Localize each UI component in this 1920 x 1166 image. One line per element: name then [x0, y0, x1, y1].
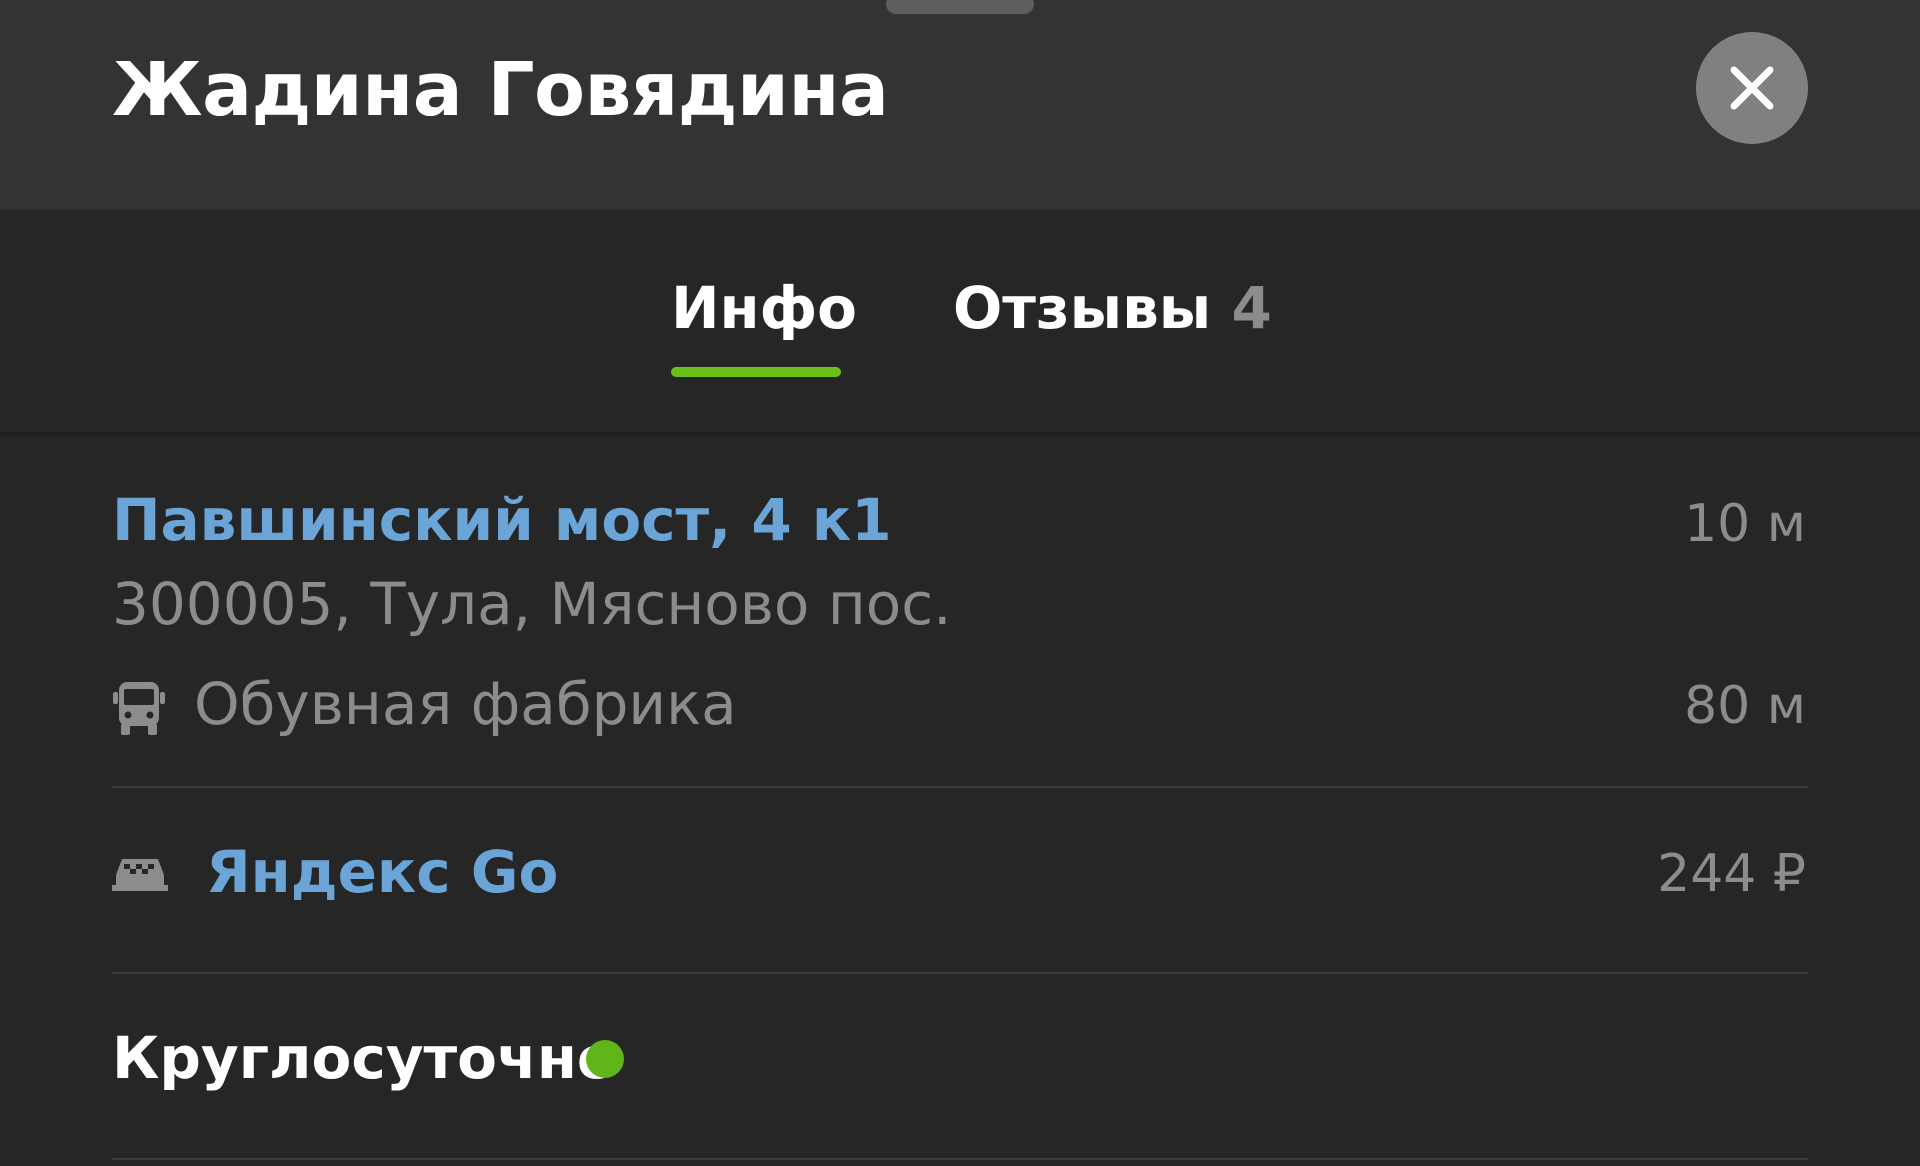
transit-distance: 80 м [1684, 676, 1806, 736]
taxi-service-link[interactable]: Яндекс Go [206, 836, 558, 908]
divider-address [112, 786, 1808, 788]
divider-taxi [112, 972, 1808, 974]
tab-reviews[interactable]: Отзывы 4 [953, 272, 1272, 344]
taxi-price: 244 ₽ [1657, 844, 1806, 904]
opening-hours[interactable]: Круглосуточно [112, 1022, 617, 1094]
card-header: Жадина Говядина [0, 0, 1920, 210]
divider-hours [112, 1158, 1808, 1160]
tab-bar: Инфо Отзывы 4 [0, 210, 1920, 432]
address-link[interactable]: Павшинский мост, 4 к1 [112, 484, 892, 556]
place-card-sheet: Жадина Говядина Инфо Отзывы 4 Павшинский… [0, 0, 1920, 1166]
transit-stop-name: Обувная фабрика [194, 670, 737, 738]
tab-reviews-label: Отзывы [953, 274, 1212, 342]
drag-handle[interactable] [886, 0, 1034, 14]
tab-info[interactable]: Инфо [671, 272, 857, 344]
tabs-divider [0, 432, 1920, 436]
reviews-count: 4 [1231, 274, 1272, 342]
tab-info-label: Инфо [671, 274, 858, 342]
active-tab-indicator [671, 367, 841, 377]
close-button[interactable] [1696, 32, 1808, 144]
taxi-icon [112, 859, 168, 891]
place-title: Жадина Говядина [112, 47, 889, 133]
postal-address: 300005, Тула, Мясново пос. [112, 570, 952, 638]
address-distance: 10 м [1684, 494, 1806, 554]
open-status-dot [586, 1040, 624, 1078]
close-icon [1730, 66, 1774, 110]
bus-icon [113, 682, 165, 735]
